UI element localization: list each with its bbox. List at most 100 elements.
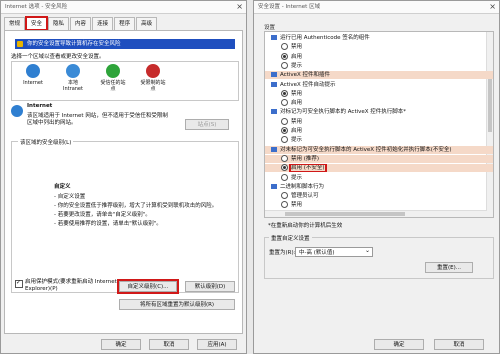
setting-option[interactable]: 启用 bbox=[265, 127, 493, 135]
radio-icon bbox=[281, 154, 288, 162]
risk-banner: 你的安全设置导致计算机存在安全风险 bbox=[15, 39, 235, 49]
apply-button[interactable]: 应用(A) bbox=[197, 339, 237, 350]
default-level-button[interactable]: 默认级别(D) bbox=[185, 281, 235, 292]
setting-label: ActiveX 控件和插件 bbox=[280, 72, 331, 79]
setting-group: ActiveX 控件和插件 bbox=[265, 71, 493, 80]
setting-option[interactable]: 启用 (不安全) bbox=[265, 164, 493, 173]
zone-label: 本地 Intranet bbox=[63, 80, 83, 92]
radio-icon bbox=[281, 89, 288, 97]
radio-icon bbox=[281, 52, 288, 60]
title-bar: 安全设置 - Internet 区域 × bbox=[254, 1, 499, 14]
zone-item[interactable]: 本地 Intranet bbox=[56, 64, 90, 92]
tab-4[interactable]: 连接 bbox=[92, 17, 114, 30]
setting-option[interactable]: 禁用 bbox=[265, 43, 493, 51]
setting-label: 管理员认可 bbox=[291, 193, 319, 200]
cancel-button[interactable]: 取消 bbox=[149, 339, 189, 350]
settings-tree[interactable]: 运行已用 Authenticode 签名的组件 禁用 启用 提示 ActiveX 控件和… bbox=[264, 31, 494, 218]
zone-item[interactable]: Internet bbox=[16, 64, 50, 86]
globe-icon bbox=[26, 64, 40, 78]
check-icon bbox=[106, 64, 120, 78]
setting-option[interactable]: 提示 bbox=[265, 61, 493, 70]
custom-level-button[interactable]: 自定义级别(C)... bbox=[117, 279, 179, 294]
setting-label: 禁用 bbox=[291, 202, 303, 209]
horizontal-scrollbar[interactable] bbox=[265, 210, 487, 217]
setting-option[interactable]: 提示 bbox=[265, 173, 493, 182]
setting-option[interactable]: 禁用 (推荐) bbox=[265, 154, 493, 163]
zone-list: Internet 本地 Intranet 受信任的站 点 受限制的站 点 bbox=[11, 61, 239, 101]
close-icon[interactable]: × bbox=[489, 1, 496, 13]
setting-folder-icon bbox=[271, 109, 277, 115]
window-title: 安全设置 - Internet 区域 bbox=[258, 4, 321, 10]
setting-label: 启用 (不安全) bbox=[289, 164, 327, 173]
ok-button[interactable]: 确定 bbox=[374, 339, 424, 350]
reset-level-select[interactable]: 中-高 (默认值) bbox=[295, 246, 373, 257]
protected-mode-checkbox[interactable] bbox=[15, 279, 23, 288]
setting-option[interactable]: 提示 bbox=[265, 136, 493, 144]
protected-mode-label: 启用保护模式(要求重新启动 Internet Explorer)(P) bbox=[25, 279, 117, 292]
setting-label: 对未标记为可安全执行脚本的 ActiveX 控件初始化并执行脚本(不安全) bbox=[280, 146, 452, 153]
setting-option[interactable]: 启用 bbox=[265, 52, 493, 61]
setting-label: 运行已用 Authenticode 签名的组件 bbox=[280, 35, 370, 41]
setting-group: 二进制和脚本行为 bbox=[265, 183, 493, 191]
setting-label: 禁用 bbox=[291, 118, 303, 125]
ok-button[interactable]: 确定 bbox=[101, 339, 141, 350]
setting-group: 运行已用 Authenticode 签名的组件 bbox=[265, 34, 493, 42]
custom-description: - 自定义设置 - 你的安全设置低于推荐级别，增大了计算机受到联机攻击的风险。 - … bbox=[54, 194, 224, 230]
zone-item[interactable]: 受限制的站 点 bbox=[136, 64, 170, 92]
setting-option[interactable]: 禁用 bbox=[265, 201, 493, 209]
custom-line: - 自定义设置 bbox=[54, 194, 86, 200]
setting-folder-icon bbox=[271, 35, 277, 40]
setting-label: 禁用 bbox=[291, 44, 303, 51]
tab-6[interactable]: 高级 bbox=[136, 17, 158, 30]
setting-option[interactable]: 禁用 bbox=[265, 117, 493, 126]
zone-label: 受信任的站 点 bbox=[100, 80, 126, 92]
intranet-icon bbox=[66, 64, 80, 78]
sites-button[interactable]: 站点(S) bbox=[185, 119, 229, 130]
setting-label: 启用 bbox=[291, 100, 303, 107]
tab-0[interactable]: 常规 bbox=[4, 17, 26, 30]
blocked-icon bbox=[146, 64, 160, 78]
setting-label: 启用 bbox=[291, 128, 303, 134]
custom-line: - 若要更改设置，请单击"自定义级别"。 bbox=[54, 212, 151, 218]
setting-label: ActiveX 控件自动提示 bbox=[280, 81, 336, 88]
tab-5[interactable]: 程序 bbox=[114, 17, 136, 30]
tab-1[interactable]: 安全 bbox=[25, 16, 49, 31]
radio-icon bbox=[281, 99, 288, 107]
radio-icon bbox=[281, 136, 288, 144]
setting-option[interactable]: 管理员认可 bbox=[265, 192, 493, 200]
radio-icon bbox=[281, 164, 288, 172]
tab-2[interactable]: 隐私 bbox=[48, 17, 70, 30]
reset-to-label: 重置为(R): bbox=[269, 250, 296, 256]
setting-label: 启用 bbox=[291, 53, 303, 60]
setting-option[interactable]: 启用 bbox=[265, 99, 493, 107]
zone-title: Internet bbox=[27, 103, 53, 109]
security-settings-window: 安全设置 - Internet 区域 × 设置 运行已用 Authenticod… bbox=[253, 0, 500, 354]
settings-label: 设置 bbox=[264, 25, 276, 31]
tab-3[interactable]: 内容 bbox=[70, 17, 92, 30]
custom-line: - 你的安全设置低于推荐级别，增大了计算机受到联机攻击的风险。 bbox=[54, 203, 218, 209]
setting-label: 提示 bbox=[291, 137, 303, 144]
custom-line: - 若要使用推荐的设置，请单击"默认级别"。 bbox=[54, 221, 162, 227]
level-legend: 该区域的安全级别(L) bbox=[18, 138, 74, 146]
hscroll-thumb[interactable] bbox=[285, 212, 405, 216]
setting-group: 对未标记为可安全执行脚本的 ActiveX 控件初始化并执行脚本(不安全) bbox=[265, 145, 493, 154]
setting-option[interactable]: 禁用 bbox=[265, 89, 493, 98]
setting-group: ActiveX 控件自动提示 bbox=[265, 81, 493, 89]
custom-title: 自定义 bbox=[54, 184, 71, 190]
cancel-button[interactable]: 取消 bbox=[434, 339, 484, 350]
internet-options-window: Internet 选项 - 安全风险 × 常规 安全 隐私 内容 连接 程序 高级 你的安全… bbox=[0, 0, 247, 354]
reset-all-zones-button[interactable]: 将所有区域重置为默认级别(R) bbox=[119, 299, 235, 310]
security-level-group: 该区域的安全级别(L) 自定义 - 自定义设置 - 你的安全设置低于推荐级别，增大… bbox=[11, 138, 239, 293]
setting-label: 提示 bbox=[291, 62, 303, 69]
reset-legend: 重置自定义设置 bbox=[269, 234, 312, 242]
setting-group: 对标记为可安全执行脚本的 ActiveX 控件执行脚本* bbox=[265, 108, 493, 116]
setting-folder-icon bbox=[271, 146, 277, 152]
reset-custom-group: 重置自定义设置 重置为(R): 中-高 (默认值) 重置(E)... bbox=[264, 234, 494, 279]
restart-note: *在重新启动你的计算机后生效 bbox=[268, 223, 343, 229]
title-bar: Internet 选项 - 安全风险 × bbox=[1, 1, 246, 14]
zone-description: Internet 该区域适用于 Internet 网站，但不适用于受信任和受限制… bbox=[11, 103, 171, 127]
close-icon[interactable]: × bbox=[236, 1, 243, 13]
setting-label: 禁用 bbox=[291, 90, 303, 97]
reset-button[interactable]: 重置(E)... bbox=[425, 262, 473, 273]
zone-item[interactable]: 受信任的站 点 bbox=[96, 64, 130, 92]
